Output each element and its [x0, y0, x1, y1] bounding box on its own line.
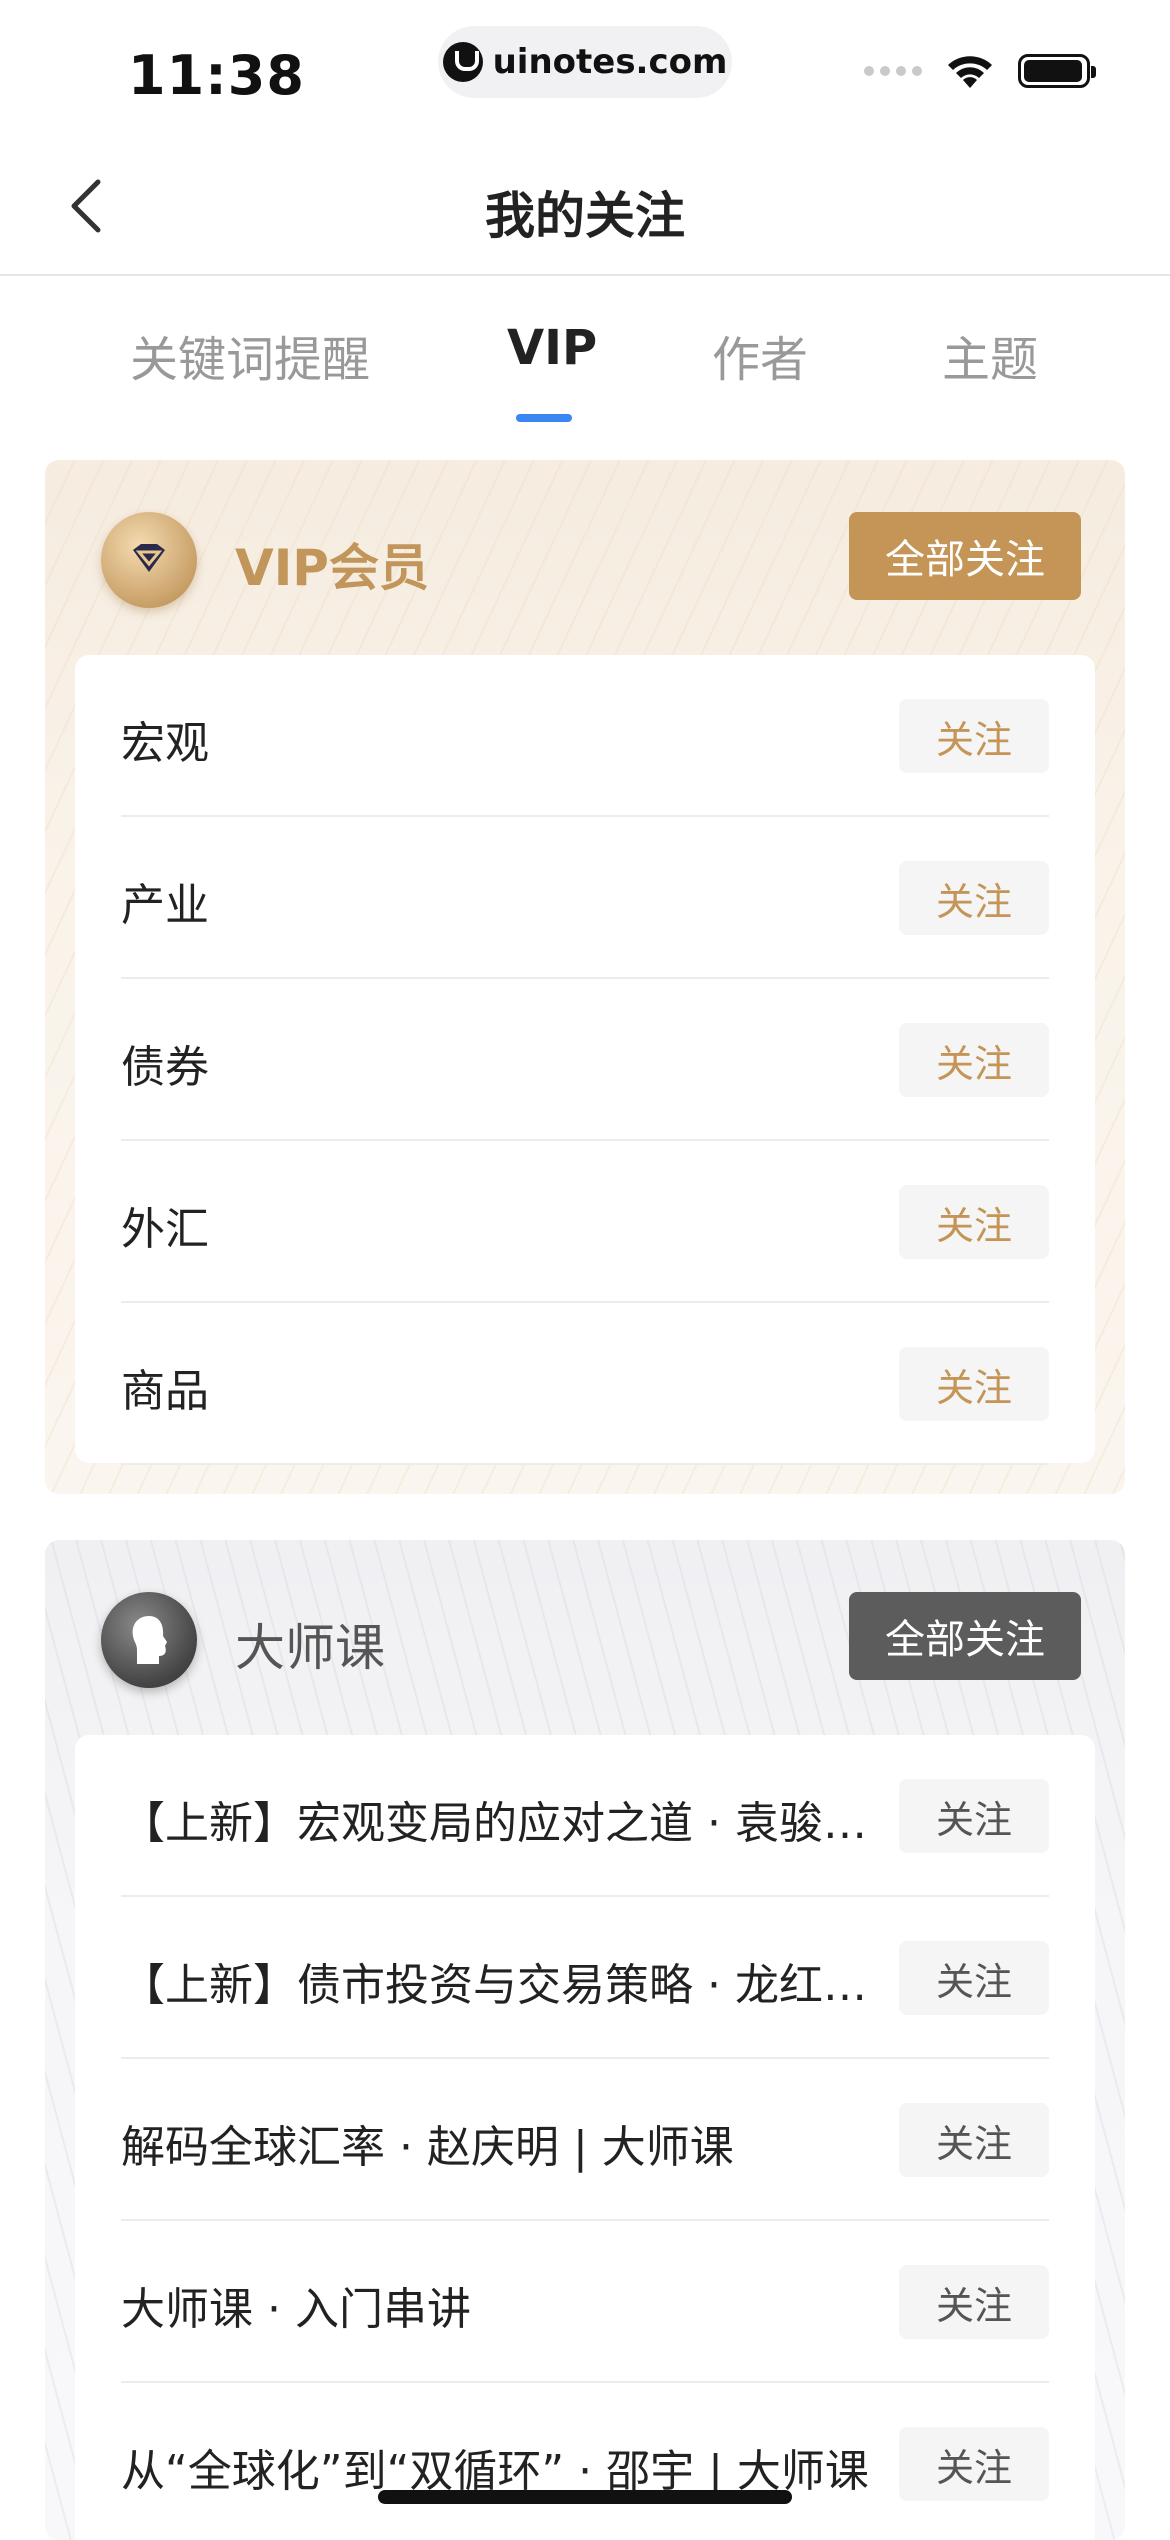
wifi-icon	[948, 56, 992, 88]
follow-button[interactable]: 关注	[899, 1941, 1049, 2015]
cellular-signal-icon	[864, 66, 922, 76]
master-class-list: 【上新】宏观变局的应对之道 · 袁骏… 关注 【上新】债市投资与交易策略 · 龙…	[75, 1735, 1095, 2540]
list-item-label: 债券	[121, 1042, 209, 1093]
list-item-label: 宏观	[121, 718, 209, 769]
url-pill[interactable]: uinotes.com	[438, 26, 732, 98]
follow-button[interactable]: 关注	[899, 1779, 1049, 1853]
follow-button[interactable]: 关注	[899, 1185, 1049, 1259]
master-class-icon	[101, 1592, 197, 1688]
list-item: 从“全球化”到“双循环” · 邵宇 | 大师课 关注	[121, 2383, 1049, 2540]
follow-button[interactable]: 关注	[899, 699, 1049, 773]
vip-section: VIP会员 全部关注 宏观 关注 产业 关注 债券 关注 外汇 关注 商品 关注	[45, 460, 1125, 1494]
master-class-section: 大师课 全部关注 【上新】宏观变局的应对之道 · 袁骏… 关注 【上新】债市投资…	[45, 1540, 1125, 2540]
page-title: 我的关注	[485, 187, 685, 245]
tab-authors[interactable]: 作者	[712, 320, 808, 390]
list-item: 解码全球汇率 · 赵庆明 | 大师课 关注	[121, 2059, 1049, 2221]
vip-badge-icon	[101, 512, 197, 608]
tab-bar: 关键词提醒 VIP 作者 主题	[0, 320, 1170, 430]
active-tab-indicator	[516, 414, 572, 422]
tab-vip[interactable]: VIP	[507, 320, 597, 376]
list-item-label: 解码全球汇率 · 赵庆明 | 大师课	[121, 2122, 734, 2173]
vip-section-header: VIP会员 全部关注	[45, 460, 1125, 650]
list-item: 债券 关注	[121, 979, 1049, 1141]
list-item-label: 大师课 · 入门串讲	[121, 2284, 471, 2335]
vip-section-title: VIP会员	[235, 539, 429, 597]
status-time: 11:38	[128, 44, 305, 107]
home-indicator	[378, 2490, 792, 2504]
list-item: 商品 关注	[121, 1303, 1049, 1465]
follow-button[interactable]: 关注	[899, 861, 1049, 935]
nav-bar: 我的关注	[0, 140, 1170, 276]
site-logo-icon	[442, 42, 483, 82]
vip-follow-all-button[interactable]: 全部关注	[849, 512, 1081, 600]
list-item: 【上新】债市投资与交易策略 · 龙红… 关注	[121, 1897, 1049, 2059]
url-text: uinotes.com	[492, 42, 728, 82]
status-bar: 11:38 uinotes.com	[0, 0, 1170, 140]
list-item: 大师课 · 入门串讲 关注	[121, 2221, 1049, 2383]
list-item-label: 产业	[121, 880, 209, 931]
list-item-label: 商品	[121, 1366, 209, 1417]
list-item: 宏观 关注	[121, 655, 1049, 817]
follow-button[interactable]: 关注	[899, 2265, 1049, 2339]
list-item-label: 外汇	[121, 1204, 209, 1255]
list-item: 【上新】宏观变局的应对之道 · 袁骏… 关注	[121, 1735, 1049, 1897]
list-item-label: 【上新】债市投资与交易策略 · 龙红…	[121, 1960, 867, 2011]
vip-list: 宏观 关注 产业 关注 债券 关注 外汇 关注 商品 关注	[75, 655, 1095, 1465]
master-class-title: 大师课	[235, 1619, 385, 1677]
follow-button[interactable]: 关注	[899, 1023, 1049, 1097]
tab-topics[interactable]: 主题	[942, 320, 1038, 390]
status-icons	[864, 52, 1096, 90]
battery-icon	[1018, 54, 1096, 88]
follow-button[interactable]: 关注	[899, 1347, 1049, 1421]
follow-button[interactable]: 关注	[899, 2103, 1049, 2177]
follow-button[interactable]: 关注	[899, 2427, 1049, 2501]
master-class-header: 大师课 全部关注	[45, 1540, 1125, 1730]
tab-keyword-alerts[interactable]: 关键词提醒	[130, 320, 370, 390]
list-item: 外汇 关注	[121, 1141, 1049, 1303]
list-item: 产业 关注	[121, 817, 1049, 979]
master-follow-all-button[interactable]: 全部关注	[849, 1592, 1081, 1680]
list-item-label: 【上新】宏观变局的应对之道 · 袁骏…	[121, 1798, 867, 1849]
